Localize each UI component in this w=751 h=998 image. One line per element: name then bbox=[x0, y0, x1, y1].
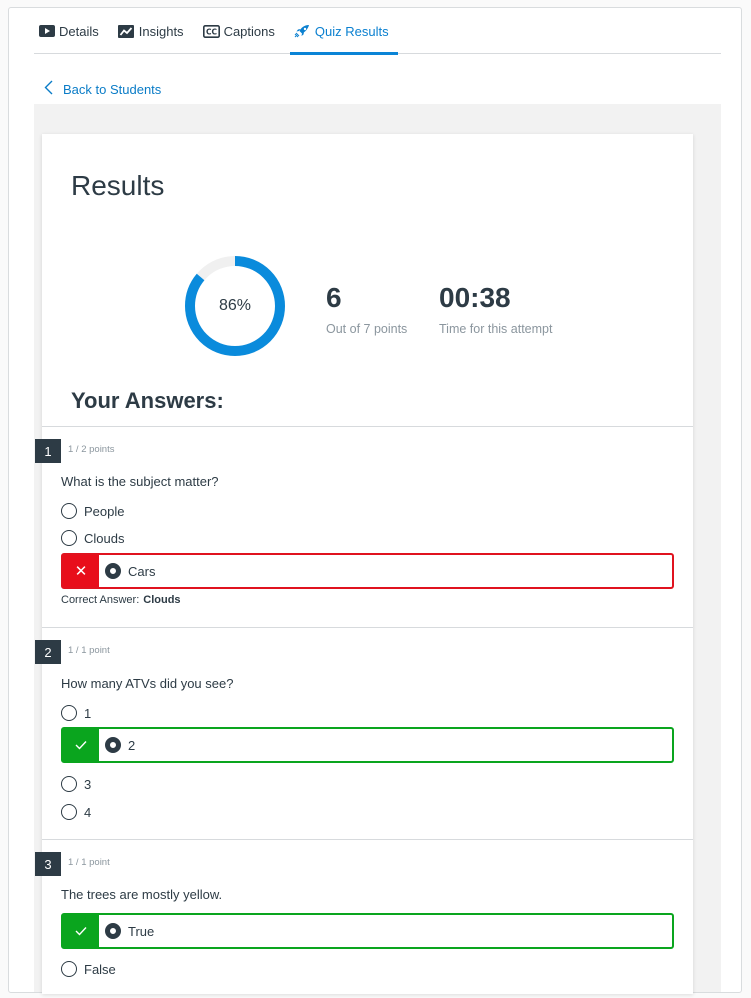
answer-option[interactable]: 1 bbox=[61, 703, 91, 723]
correct-answer: Correct Answer: Clouds bbox=[61, 594, 181, 606]
chevron-left-icon bbox=[44, 80, 53, 98]
tab-insights[interactable]: Insights bbox=[114, 8, 193, 54]
question-number: 2 bbox=[35, 640, 61, 664]
question-points: 1 / 1 point bbox=[68, 857, 110, 868]
option-label: 3 bbox=[84, 776, 92, 792]
your-answers-title: Your Answers: bbox=[71, 388, 224, 413]
option-label: 1 bbox=[84, 705, 92, 721]
tab-details[interactable]: Details bbox=[34, 8, 108, 54]
correct-answer-label: Correct Answer: bbox=[61, 594, 140, 606]
tab-label: Insights bbox=[138, 23, 184, 39]
radio-selected-icon bbox=[105, 923, 121, 939]
play-icon bbox=[38, 25, 55, 38]
time-value: 00:38 bbox=[439, 282, 511, 313]
option-label: Clouds bbox=[84, 530, 125, 546]
x-icon: ✕ bbox=[63, 555, 99, 587]
selected-answer-incorrect[interactable]: ✕ Cars bbox=[61, 553, 674, 589]
selected-answer-correct[interactable]: True bbox=[61, 913, 674, 949]
time-stat: 00:38 Time for this attempt bbox=[439, 282, 552, 336]
score-percent: 86% bbox=[218, 297, 252, 314]
question-3: 3 1 / 1 point The trees are mostly yello… bbox=[35, 839, 693, 998]
radio-icon bbox=[61, 503, 77, 519]
answer-option[interactable]: People bbox=[61, 501, 124, 521]
score-value: 6 bbox=[326, 282, 342, 313]
rocket-icon bbox=[294, 25, 311, 38]
question-2: 2 1 / 1 point How many ATVs did you see?… bbox=[35, 627, 693, 840]
question-number: 3 bbox=[35, 852, 61, 876]
tab-bar: Details Insights CC Captions Quiz Result… bbox=[34, 8, 721, 55]
results-card: Results 86% 6 Out of 7 points 00:38 Time… bbox=[35, 134, 693, 994]
question-text: What is the subject matter? bbox=[61, 474, 219, 489]
svg-text:CC: CC bbox=[206, 27, 218, 36]
results-title: Results bbox=[71, 170, 165, 201]
cc-icon: CC bbox=[202, 24, 220, 38]
question-number: 1 bbox=[35, 439, 61, 463]
tab-label: Details bbox=[59, 23, 99, 39]
option-label: People bbox=[84, 503, 125, 519]
answer-option[interactable]: Clouds bbox=[61, 528, 124, 548]
time-caption: Time for this attempt bbox=[439, 322, 553, 336]
radio-icon bbox=[61, 776, 77, 792]
answer-option[interactable]: False bbox=[61, 959, 116, 979]
radio-icon bbox=[61, 705, 77, 721]
radio-icon bbox=[61, 530, 77, 546]
tab-quiz-results[interactable]: Quiz Results bbox=[289, 8, 398, 55]
answer-option[interactable]: 3 bbox=[61, 774, 91, 794]
back-to-students-link[interactable]: Back to Students bbox=[44, 80, 161, 98]
question-text: The trees are mostly yellow. bbox=[61, 887, 223, 902]
question-1: 1 1 / 2 points What is the subject matte… bbox=[35, 426, 693, 628]
chart-icon bbox=[118, 24, 135, 38]
option-label: 2 bbox=[128, 737, 136, 753]
tab-label: Quiz Results bbox=[314, 23, 389, 39]
score-stat: 6 Out of 7 points bbox=[326, 282, 407, 336]
question-text: How many ATVs did you see? bbox=[61, 676, 234, 691]
option-label: 4 bbox=[84, 804, 92, 820]
checkmark-icon bbox=[63, 729, 99, 761]
back-link-label: Back to Students bbox=[63, 81, 162, 97]
checkmark-icon bbox=[63, 915, 99, 947]
radio-icon bbox=[61, 961, 77, 977]
correct-answer-value: Clouds bbox=[143, 594, 181, 606]
question-points: 1 / 2 points bbox=[68, 444, 115, 455]
radio-icon bbox=[61, 804, 77, 820]
tab-captions[interactable]: CC Captions bbox=[199, 8, 284, 54]
option-label: True bbox=[128, 923, 155, 939]
option-label: Cars bbox=[128, 563, 156, 579]
answer-option[interactable]: 4 bbox=[61, 802, 91, 822]
option-label: False bbox=[84, 961, 116, 977]
radio-selected-icon bbox=[105, 563, 121, 579]
selected-answer-correct[interactable]: 2 bbox=[61, 727, 674, 763]
tab-label: Captions bbox=[223, 23, 275, 39]
question-points: 1 / 1 point bbox=[68, 645, 110, 656]
score-caption: Out of 7 points bbox=[326, 322, 408, 336]
radio-selected-icon bbox=[105, 737, 121, 753]
